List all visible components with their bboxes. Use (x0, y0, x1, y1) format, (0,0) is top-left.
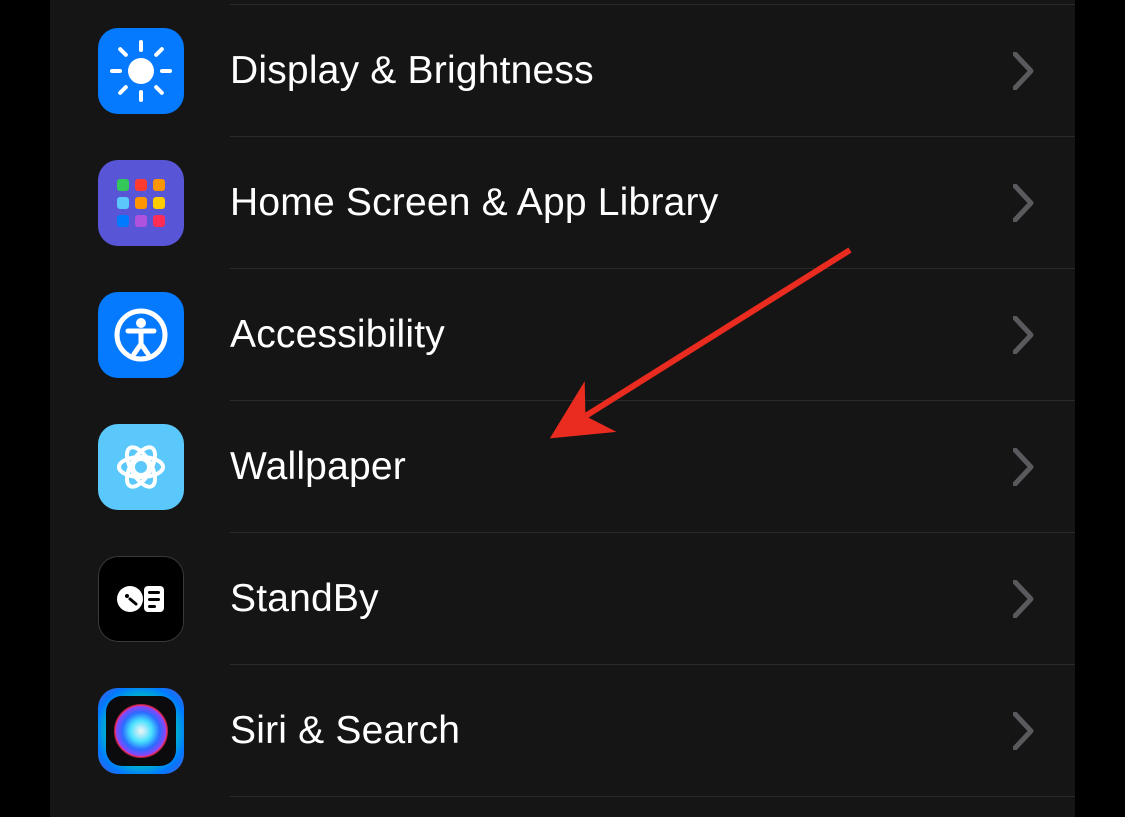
settings-list: Display & Brightness (50, 4, 1075, 797)
chevron-right-icon (1013, 316, 1035, 354)
wallpaper-icon (98, 424, 184, 510)
settings-row-label: Wallpaper (230, 445, 1013, 489)
settings-row-label: Siri & Search (230, 709, 1013, 753)
settings-row-home-screen[interactable]: Home Screen & App Library (50, 137, 1075, 268)
settings-row-wallpaper[interactable]: Wallpaper (50, 401, 1075, 532)
siri-icon (98, 688, 184, 774)
settings-panel: Display & Brightness (50, 0, 1075, 817)
chevron-right-icon (1013, 52, 1035, 90)
chevron-right-icon (1013, 184, 1035, 222)
settings-row-label: Home Screen & App Library (230, 181, 1013, 225)
accessibility-icon (98, 292, 184, 378)
chevron-right-icon (1013, 712, 1035, 750)
settings-row-siri-search[interactable]: Siri & Search (50, 665, 1075, 796)
apps-grid-icon (98, 160, 184, 246)
chevron-right-icon (1013, 448, 1035, 486)
settings-row-label: StandBy (230, 577, 1013, 621)
settings-row-label: Display & Brightness (230, 49, 1013, 93)
standby-icon (98, 556, 184, 642)
chevron-right-icon (1013, 580, 1035, 618)
settings-row-standby[interactable]: StandBy (50, 533, 1075, 664)
settings-row-accessibility[interactable]: Accessibility (50, 269, 1075, 400)
brightness-icon (98, 28, 184, 114)
row-separator (230, 796, 1075, 797)
settings-row-display-brightness[interactable]: Display & Brightness (50, 5, 1075, 136)
settings-row-label: Accessibility (230, 313, 1013, 357)
